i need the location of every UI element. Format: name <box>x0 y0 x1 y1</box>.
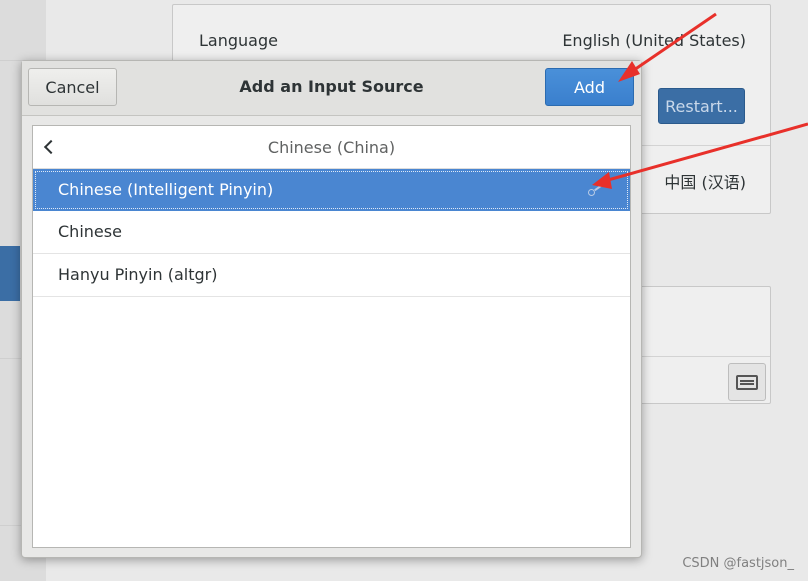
list-header-title: Chinese (China) <box>267 138 396 157</box>
keyboard-settings-button[interactable] <box>728 363 766 401</box>
list-item-chinese[interactable]: Chinese <box>33 211 630 254</box>
list-item-chinese-intelligent-pinyin[interactable]: Chinese (Intelligent Pinyin) <box>33 169 630 211</box>
dialog-header-bar: Cancel Add an Input Source Add <box>22 61 641 116</box>
list-item-label: Hanyu Pinyin (altgr) <box>58 265 218 284</box>
keyboard-icon <box>736 374 758 390</box>
language-value[interactable]: English (United States) <box>562 31 746 50</box>
input-source-list: Chinese (China) Chinese (Intelligent Pin… <box>32 125 631 548</box>
list-item-label: Chinese <box>58 222 122 241</box>
add-input-source-dialog: Cancel Add an Input Source Add Chinese (… <box>21 60 642 558</box>
settings-icon <box>588 184 602 196</box>
restart-button[interactable]: Restart... <box>658 88 745 124</box>
watermark-text: CSDN @fastjson_ <box>682 556 794 571</box>
list-item-label: Chinese (Intelligent Pinyin) <box>58 180 274 199</box>
sidebar-selected-item[interactable] <box>0 246 20 301</box>
add-button[interactable]: Add <box>545 68 634 106</box>
language-label: Language <box>199 31 278 50</box>
list-header: Chinese (China) <box>33 126 630 169</box>
row-divider <box>639 356 770 357</box>
list-item-hanyu-pinyin-altgr[interactable]: Hanyu Pinyin (altgr) <box>33 254 630 297</box>
formats-value[interactable]: 中国 (汉语) <box>664 169 746 193</box>
input-sources-card <box>638 286 771 404</box>
